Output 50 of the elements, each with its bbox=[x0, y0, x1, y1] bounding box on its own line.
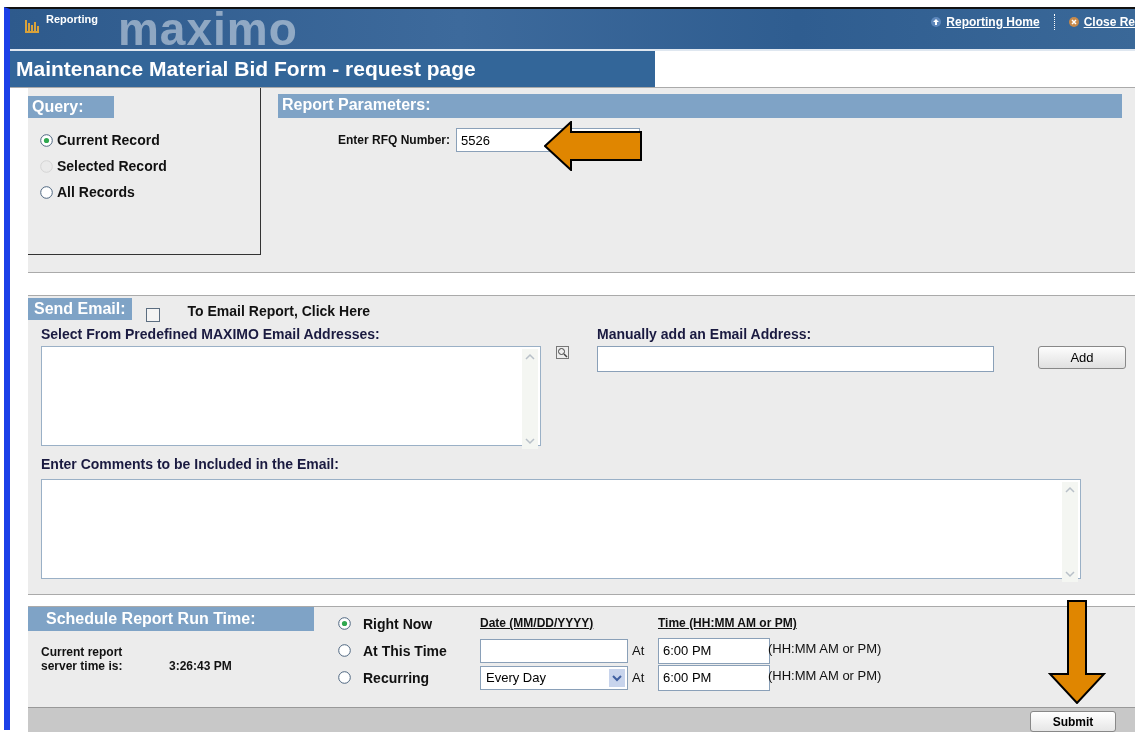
section-title: Schedule Report Run Time: bbox=[28, 607, 314, 631]
header-link[interactable]: Close Re bbox=[1068, 15, 1135, 29]
time-field[interactable]: 6:00 PM bbox=[658, 637, 770, 664]
date-field[interactable] bbox=[480, 638, 628, 663]
submit-button[interactable]: Submit bbox=[1030, 711, 1116, 732]
radio-icon[interactable] bbox=[338, 644, 351, 657]
format-hint: (HH:MM AM or PM) bbox=[768, 641, 882, 656]
column-heading: Date (MM/DD/YYYY) bbox=[480, 614, 594, 632]
radio-icon[interactable] bbox=[40, 185, 53, 199]
logo-watermark: maximo bbox=[117, 9, 298, 49]
search-icon[interactable] bbox=[556, 346, 569, 359]
close-icon bbox=[1068, 17, 1079, 27]
radio-label: Right Now bbox=[363, 615, 433, 632]
header-link[interactable]: Reporting Home bbox=[931, 15, 1040, 29]
radio-icon[interactable] bbox=[40, 133, 53, 147]
field-label: Enter Comments to be Included in the Email: bbox=[41, 456, 339, 472]
radio-icon[interactable] bbox=[338, 671, 351, 684]
chevron-down-icon bbox=[609, 668, 625, 687]
time-field[interactable]: 6:00 PM bbox=[658, 664, 770, 691]
radio-label: Recurring bbox=[363, 669, 430, 686]
scrollbar[interactable] bbox=[1062, 482, 1078, 582]
radio-label: At This Time bbox=[363, 642, 447, 659]
section-title: Send Email: bbox=[28, 298, 132, 320]
field-label: Enter RFQ Number: bbox=[338, 133, 450, 147]
server-time-label: Current report server time is: bbox=[41, 645, 124, 673]
scrollbar[interactable] bbox=[522, 349, 538, 449]
radio-label: Selected Record bbox=[57, 158, 167, 174]
email-address-list[interactable] bbox=[41, 346, 541, 446]
field-label: Select From Predefined MAXIMO Email Addresses: bbox=[41, 326, 381, 342]
format-hint: (HH:MM AM or PM) bbox=[768, 668, 882, 683]
column-heading: Time (HH:MM AM or PM) bbox=[658, 614, 797, 632]
page-title: Maintenance Material Bid Form - request page bbox=[10, 51, 655, 87]
at-label: At bbox=[632, 643, 646, 658]
radio-label: All Records bbox=[57, 184, 135, 200]
field-label: Manually add an Email Address: bbox=[597, 326, 813, 342]
server-time: 3:26:43 PM bbox=[169, 659, 232, 673]
comments-field[interactable] bbox=[41, 479, 1081, 579]
app-name: Reporting bbox=[46, 13, 98, 25]
recurrence-dropdown[interactable]: Every Day bbox=[480, 665, 628, 690]
email-address-field[interactable] bbox=[597, 346, 994, 372]
add-button[interactable]: Add bbox=[1038, 346, 1126, 369]
section-title: Report Parameters: bbox=[278, 94, 1122, 118]
section-title: Query: bbox=[28, 96, 114, 118]
bar-chart-icon bbox=[24, 17, 40, 33]
radio-label: Current Record bbox=[57, 132, 160, 148]
at-label: At bbox=[632, 670, 646, 685]
checkbox-label: To Email Report, Click Here bbox=[187, 303, 371, 319]
radio-icon[interactable] bbox=[338, 617, 351, 630]
home-icon bbox=[931, 17, 942, 27]
email-checkbox[interactable] bbox=[145, 308, 160, 322]
